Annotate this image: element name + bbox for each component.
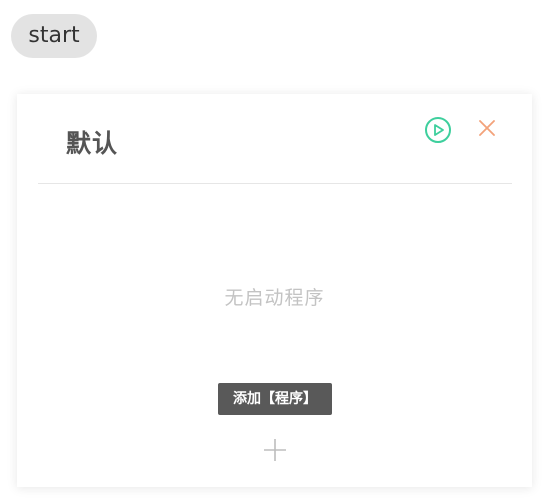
title-divider	[38, 183, 512, 184]
empty-state-message: 无启动程序	[224, 287, 325, 309]
launcher-card: 默认 无启动程序 添加【程序】	[17, 94, 532, 487]
card-title: 默认	[66, 129, 119, 158]
add-program-tooltip: 添加【程序】	[218, 383, 332, 415]
play-circle-icon[interactable]	[424, 116, 452, 144]
start-button[interactable]: start	[11, 14, 97, 58]
close-icon[interactable]	[477, 117, 497, 139]
app-page: start 默认 无启动程序 添加【程序】	[0, 0, 546, 499]
plus-icon[interactable]	[261, 436, 289, 464]
